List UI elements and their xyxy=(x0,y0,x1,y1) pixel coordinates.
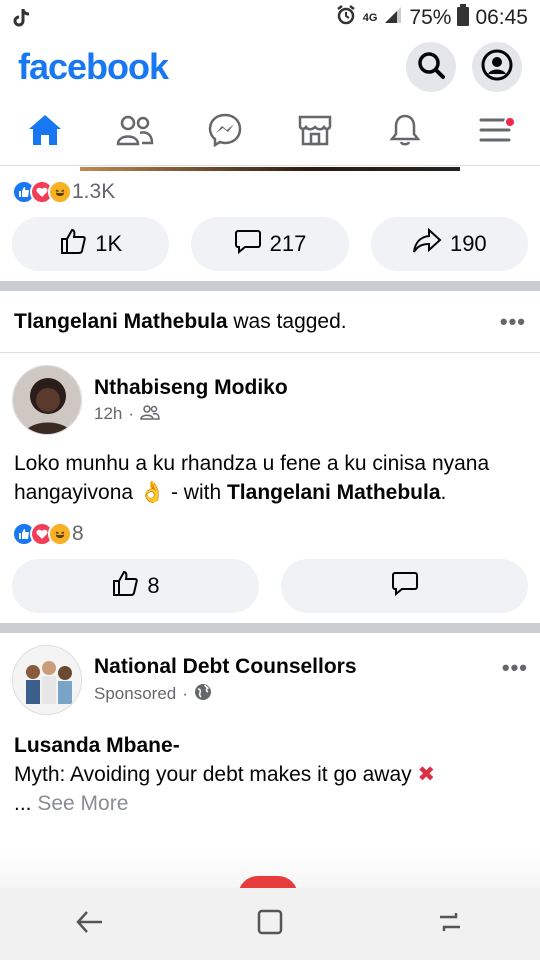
status-bar: 4G 75% 06:45 xyxy=(0,0,540,36)
share-button[interactable]: 190 xyxy=(370,217,528,271)
friends-icon xyxy=(116,114,154,151)
globe-icon xyxy=(194,683,212,706)
ad-title: Lusanda Mbane- xyxy=(14,734,180,757)
post-text: Loko munhu a ku rhandza u fene a ku cini… xyxy=(14,452,490,504)
search-icon xyxy=(416,50,446,85)
tiktok-notification-icon xyxy=(12,7,32,29)
author-name[interactable]: Nthabiseng Modiko xyxy=(94,376,288,400)
avatar[interactable] xyxy=(12,645,82,715)
post-text: Lusanda Mbane- Myth: Avoiding your debt … xyxy=(14,734,436,815)
notification-badge xyxy=(504,116,516,128)
cross-mark-emoji: ✖ xyxy=(417,763,436,786)
like-button[interactable]: 8 xyxy=(12,559,259,613)
clock: 06:45 xyxy=(475,6,528,29)
haha-reaction-icon xyxy=(48,180,72,204)
avatar[interactable] xyxy=(12,365,82,435)
battery-percent: 75% xyxy=(409,6,452,29)
haha-reaction-icon xyxy=(48,522,72,546)
tab-home[interactable] xyxy=(0,100,90,165)
home-icon xyxy=(27,113,63,152)
comment-button[interactable]: 217 xyxy=(191,217,349,271)
post-header: Nthabiseng Modiko 12h · xyxy=(0,353,540,435)
home-button-icon[interactable] xyxy=(256,908,284,941)
tab-menu[interactable] xyxy=(450,100,540,165)
app-header: facebook xyxy=(0,36,540,98)
comment-count: 217 xyxy=(269,231,307,256)
friends-audience-icon xyxy=(140,404,160,425)
like-button[interactable]: 1K xyxy=(12,217,170,271)
like-icon xyxy=(59,227,87,261)
facebook-logo[interactable]: facebook xyxy=(18,46,169,88)
battery-icon xyxy=(457,4,470,32)
tab-friends[interactable] xyxy=(90,100,180,165)
comment-icon xyxy=(391,569,419,603)
tab-marketplace[interactable] xyxy=(270,100,360,165)
alarm-icon xyxy=(335,4,357,32)
search-button[interactable] xyxy=(406,42,456,92)
news-feed: 1.3K 1K 217 190 Tlangelani Mathebula was… xyxy=(0,167,540,824)
comment-button[interactable] xyxy=(281,559,528,613)
with-user[interactable]: Tlangelani Mathebula xyxy=(227,481,441,504)
see-more-link[interactable]: See More xyxy=(37,792,128,815)
profile-icon xyxy=(481,49,513,86)
recents-icon[interactable] xyxy=(435,909,465,940)
advertiser-name[interactable]: National Debt Counsellors xyxy=(94,655,357,679)
more-options-button[interactable]: ••• xyxy=(502,655,528,681)
post-header: National Debt Counsellors Sponsored · ••… xyxy=(0,633,540,715)
main-tabs xyxy=(0,100,540,166)
post-actions: 1K 217 190 xyxy=(0,213,540,281)
profile-button[interactable] xyxy=(472,42,522,92)
notifications-icon xyxy=(389,113,421,152)
post-actions: 8 xyxy=(0,555,540,623)
like-icon xyxy=(111,569,139,603)
like-count: 1K xyxy=(95,231,123,256)
system-nav-bar xyxy=(0,888,540,960)
share-count: 190 xyxy=(449,231,487,256)
tag-text: was tagged. xyxy=(233,309,347,333)
share-icon xyxy=(412,227,442,261)
sponsored-label[interactable]: Sponsored xyxy=(94,684,176,704)
tab-notifications[interactable] xyxy=(360,100,450,165)
tagged-user[interactable]: Tlangelani Mathebula xyxy=(14,310,228,333)
marketplace-icon xyxy=(297,113,333,152)
messenger-icon xyxy=(207,112,243,153)
reaction-count: 1.3K xyxy=(72,180,116,203)
reaction-summary[interactable]: 1.3K xyxy=(0,171,540,213)
post-time[interactable]: 12h xyxy=(94,404,122,424)
like-count: 8 xyxy=(147,573,160,598)
reaction-count: 8 xyxy=(72,522,84,545)
reaction-summary[interactable]: 8 xyxy=(0,513,540,555)
back-icon[interactable] xyxy=(75,909,105,940)
comment-icon xyxy=(234,227,262,261)
post-separator xyxy=(0,623,540,633)
tag-notice: Tlangelani Mathebula was tagged. ••• xyxy=(0,291,540,353)
ok-hand-emoji: 👌 xyxy=(138,481,166,504)
tab-messenger[interactable] xyxy=(180,100,270,165)
network-type: 4G xyxy=(362,12,378,24)
post-separator xyxy=(0,281,540,291)
signal-icon xyxy=(383,5,403,31)
more-options-button[interactable]: ••• xyxy=(500,309,526,335)
